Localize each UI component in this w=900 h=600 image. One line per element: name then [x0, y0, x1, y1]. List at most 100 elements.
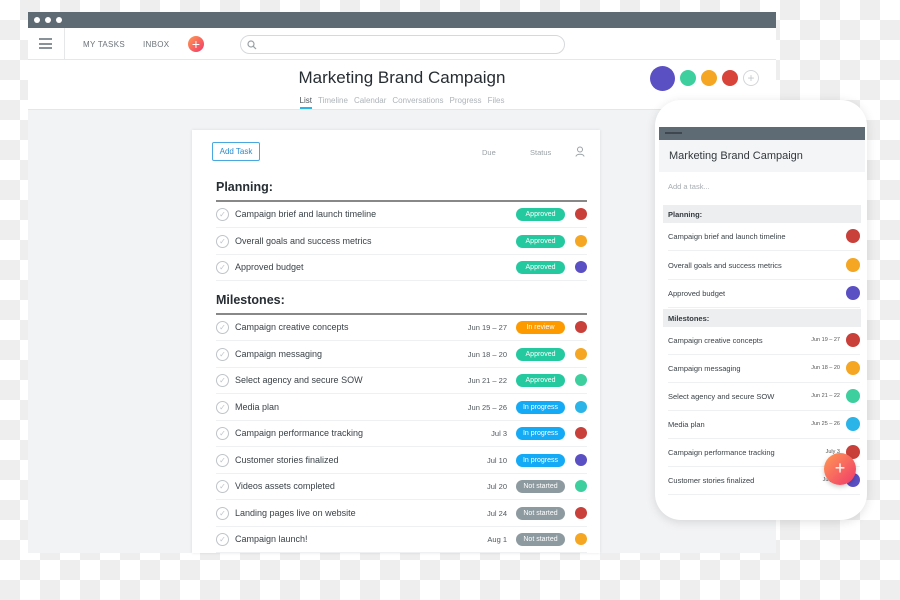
complete-checkbox-icon[interactable]: ✓	[216, 400, 229, 414]
mobile-task-name[interactable]: Campaign performance tracking	[668, 448, 775, 457]
table-row[interactable]: ✓ Approved budget Approved	[216, 255, 587, 281]
status-badge[interactable]: Approved	[516, 347, 565, 361]
assignee-avatar[interactable]	[575, 453, 587, 466]
mobile-list-item[interactable]: Approved budget	[668, 280, 860, 308]
table-row[interactable]: ✓ Campaign messaging Jun 18 – 20 Approve…	[216, 342, 587, 368]
table-row[interactable]: ✓ Landing pages live on website Jul 24 N…	[216, 501, 587, 527]
inbox-link[interactable]: INBOX	[143, 40, 169, 49]
assignee-avatar[interactable]	[575, 374, 587, 386]
add-task-button[interactable]: Add Task	[212, 142, 260, 161]
complete-checkbox-icon[interactable]: ✓	[216, 321, 229, 334]
quick-add-button[interactable]: +	[188, 36, 204, 52]
mobile-list-item[interactable]: Select agency and secure SOW Jun 21 – 22	[668, 383, 860, 411]
assignee-avatar[interactable]	[575, 533, 587, 545]
complete-checkbox-icon[interactable]: ✓	[216, 347, 229, 361]
status-badge[interactable]: Approved	[516, 374, 565, 387]
avatar-member[interactable]	[701, 70, 717, 86]
mobile-add-task-input[interactable]: Add a task...	[668, 182, 710, 191]
complete-checkbox-icon[interactable]: ✓	[216, 427, 229, 440]
hamburger-menu-icon[interactable]	[39, 38, 52, 49]
task-name[interactable]: Overall goals and success metrics	[235, 236, 372, 246]
tab-calendar[interactable]: Calendar	[354, 96, 386, 107]
task-name[interactable]: Select agency and secure SOW	[235, 375, 363, 385]
task-name[interactable]: Landing pages live on website	[235, 508, 356, 518]
task-name[interactable]: Videos assets completed	[235, 481, 335, 491]
top-toolbar: MY TASKS INBOX +	[28, 28, 776, 60]
table-row[interactable]: ✓ Campaign launch! Aug 1 Not started	[216, 527, 587, 553]
mobile-task-name[interactable]: Campaign messaging	[668, 364, 741, 373]
table-row[interactable]: ✓ Campaign creative concepts Jun 19 – 27…	[216, 315, 587, 341]
mobile-task-name[interactable]: Media plan	[668, 420, 705, 429]
status-badge[interactable]: Not started	[516, 506, 565, 520]
complete-checkbox-icon[interactable]: ✓	[216, 234, 229, 248]
assignee-avatar[interactable]	[575, 261, 587, 273]
status-badge[interactable]: In progress	[516, 453, 565, 467]
status-badge[interactable]: Approved	[516, 261, 565, 274]
my-tasks-link[interactable]: MY TASKS	[83, 40, 125, 49]
status-badge[interactable]: Approved	[516, 208, 565, 221]
table-row[interactable]: ✓ Videos assets completed Jul 20 Not sta…	[216, 474, 587, 500]
table-row[interactable]: ✓ Customer stories finalized Jul 10 In p…	[216, 448, 587, 474]
assignee-avatar[interactable]	[575, 347, 587, 360]
assignee-avatar[interactable]	[575, 321, 587, 333]
avatar-owner[interactable]	[650, 66, 675, 91]
mobile-task-name[interactable]: Select agency and secure SOW	[668, 392, 774, 401]
mobile-list-item[interactable]: Campaign creative concepts Jun 19 – 27	[668, 327, 860, 355]
complete-checkbox-icon[interactable]: ✓	[216, 453, 229, 467]
complete-checkbox-icon[interactable]: ✓	[216, 261, 229, 274]
complete-checkbox-icon[interactable]: ✓	[216, 506, 229, 520]
tab-progress[interactable]: Progress	[450, 96, 482, 107]
task-name[interactable]: Campaign launch!	[235, 534, 308, 544]
table-row[interactable]: ✓ Campaign performance tracking Jul 3 In…	[216, 421, 587, 447]
mobile-list-item[interactable]: Campaign brief and launch timeline	[668, 223, 860, 251]
complete-checkbox-icon[interactable]: ✓	[216, 374, 229, 387]
task-name[interactable]: Customer stories finalized	[235, 455, 339, 465]
task-name[interactable]: Approved budget	[235, 262, 304, 272]
table-row[interactable]: ✓ Overall goals and success metrics Appr…	[216, 229, 587, 255]
tab-files[interactable]: Files	[488, 96, 505, 107]
mobile-list-item[interactable]: Overall goals and success metrics	[668, 252, 860, 280]
status-badge[interactable]: In review	[516, 321, 565, 334]
complete-checkbox-icon[interactable]: ✓	[216, 208, 229, 221]
table-row[interactable]: ✓ Campaign brief and launch timeline App…	[216, 202, 587, 228]
mobile-add-fab-button[interactable]: +	[824, 453, 856, 485]
assignee-avatar[interactable]	[575, 400, 587, 413]
window-minimize-button[interactable]	[45, 17, 51, 23]
assignee-avatar[interactable]	[575, 506, 587, 519]
tab-list[interactable]: List	[299, 96, 312, 109]
mobile-list-item[interactable]: Campaign messaging Jun 18 – 20	[668, 355, 860, 383]
window-maximize-button[interactable]	[56, 17, 62, 23]
complete-checkbox-icon[interactable]: ✓	[216, 533, 229, 546]
avatar-member[interactable]	[680, 70, 696, 86]
status-badge[interactable]: Approved	[516, 234, 565, 248]
tab-timeline[interactable]: Timeline	[318, 96, 348, 107]
status-badge[interactable]: In progress	[516, 427, 565, 440]
status-badge[interactable]: Not started	[516, 533, 565, 546]
status-badge[interactable]: In progress	[516, 400, 565, 414]
avatar-member[interactable]	[722, 70, 738, 86]
task-name[interactable]: Media plan	[235, 402, 279, 412]
task-name[interactable]: Campaign messaging	[235, 349, 322, 359]
mobile-task-name[interactable]: Customer stories finalized	[668, 476, 754, 485]
mobile-list-item[interactable]: Media plan Jun 25 – 26	[668, 411, 860, 439]
search-input[interactable]	[240, 35, 565, 54]
task-name[interactable]: Campaign performance tracking	[235, 428, 363, 438]
window-close-button[interactable]	[34, 17, 40, 23]
task-name[interactable]: Campaign creative concepts	[235, 322, 349, 332]
tab-conversations[interactable]: Conversations	[392, 96, 443, 107]
task-name[interactable]: Campaign brief and launch timeline	[235, 209, 376, 219]
add-member-button[interactable]: +	[743, 70, 759, 86]
table-row[interactable]: ✓ Media plan Jun 25 – 26 In progress	[216, 395, 587, 421]
assignee-avatar[interactable]	[575, 208, 587, 220]
status-badge[interactable]: Not started	[516, 480, 565, 493]
mobile-due-date: Jun 19 – 27	[811, 337, 840, 343]
mobile-task-name[interactable]: Overall goals and success metrics	[668, 261, 782, 270]
mobile-task-name[interactable]: Approved budget	[668, 289, 725, 298]
assignee-avatar[interactable]	[575, 234, 587, 247]
assignee-avatar[interactable]	[575, 427, 587, 439]
assignee-avatar[interactable]	[575, 480, 587, 492]
mobile-task-name[interactable]: Campaign brief and launch timeline	[668, 232, 786, 241]
complete-checkbox-icon[interactable]: ✓	[216, 480, 229, 493]
mobile-task-name[interactable]: Campaign creative concepts	[668, 336, 763, 345]
table-row[interactable]: ✓ Select agency and secure SOW Jun 21 – …	[216, 368, 587, 394]
